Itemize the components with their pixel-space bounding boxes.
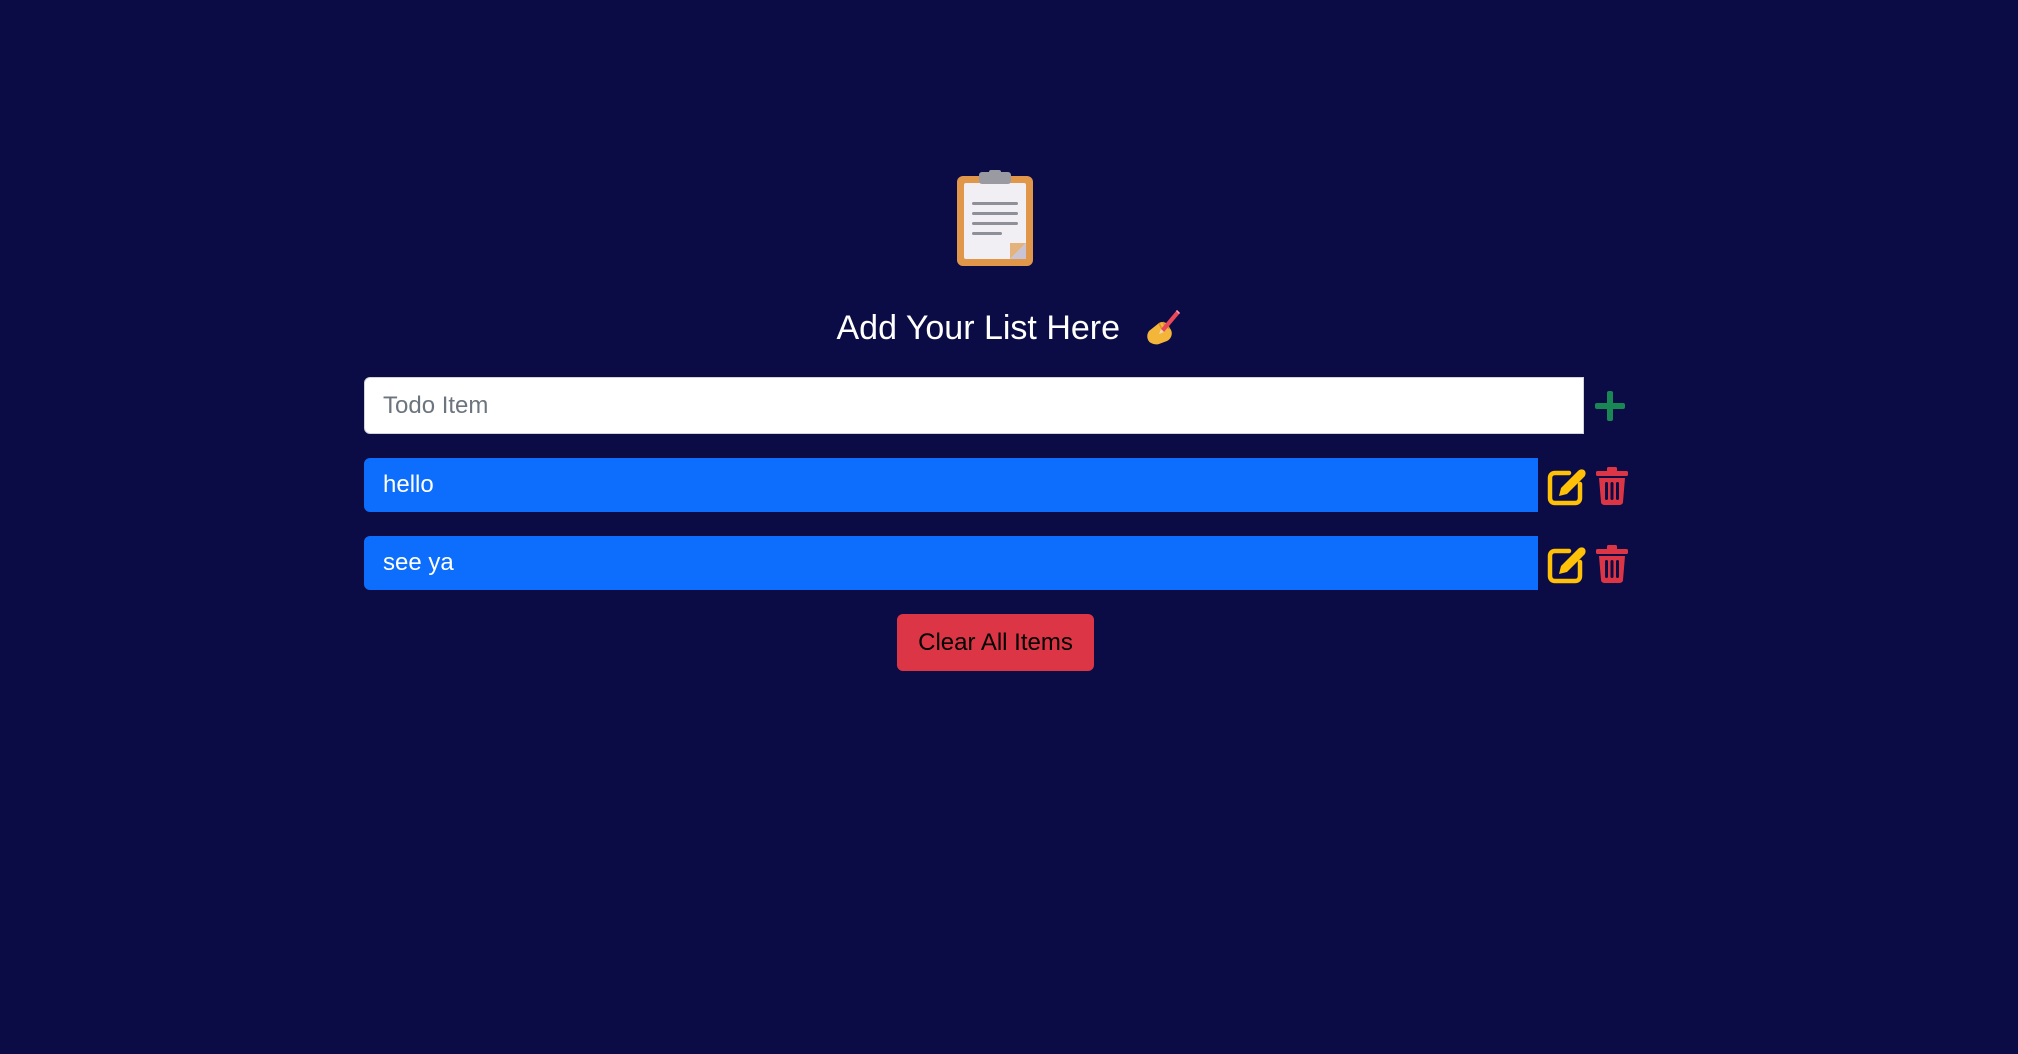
todo-app: Add Your List Here hello <box>0 0 2018 1054</box>
writing-hand-icon <box>1147 310 1181 345</box>
page-title: Add Your List Here <box>836 309 1121 347</box>
edit-item-button[interactable] <box>1547 544 1587 584</box>
trash-icon <box>1596 467 1628 505</box>
delete-item-button[interactable] <box>1592 466 1632 506</box>
clear-all-button[interactable]: Clear All Items <box>897 614 1094 671</box>
edit-icon <box>1547 469 1586 506</box>
delete-item-button[interactable] <box>1592 544 1632 584</box>
page-title-row: Add Your List Here <box>0 306 2018 350</box>
list-item-text: hello <box>383 471 434 498</box>
edit-icon <box>1547 547 1586 584</box>
todo-input[interactable] <box>364 377 1584 434</box>
list-item-text: see ya <box>383 549 454 576</box>
add-item-button[interactable] <box>1592 388 1628 424</box>
edit-item-button[interactable] <box>1547 466 1587 506</box>
list-item: see ya <box>364 536 1538 590</box>
trash-icon <box>1596 545 1628 583</box>
clipboard-icon <box>957 170 1033 266</box>
plus-icon <box>1595 391 1625 421</box>
list-item: hello <box>364 458 1538 512</box>
